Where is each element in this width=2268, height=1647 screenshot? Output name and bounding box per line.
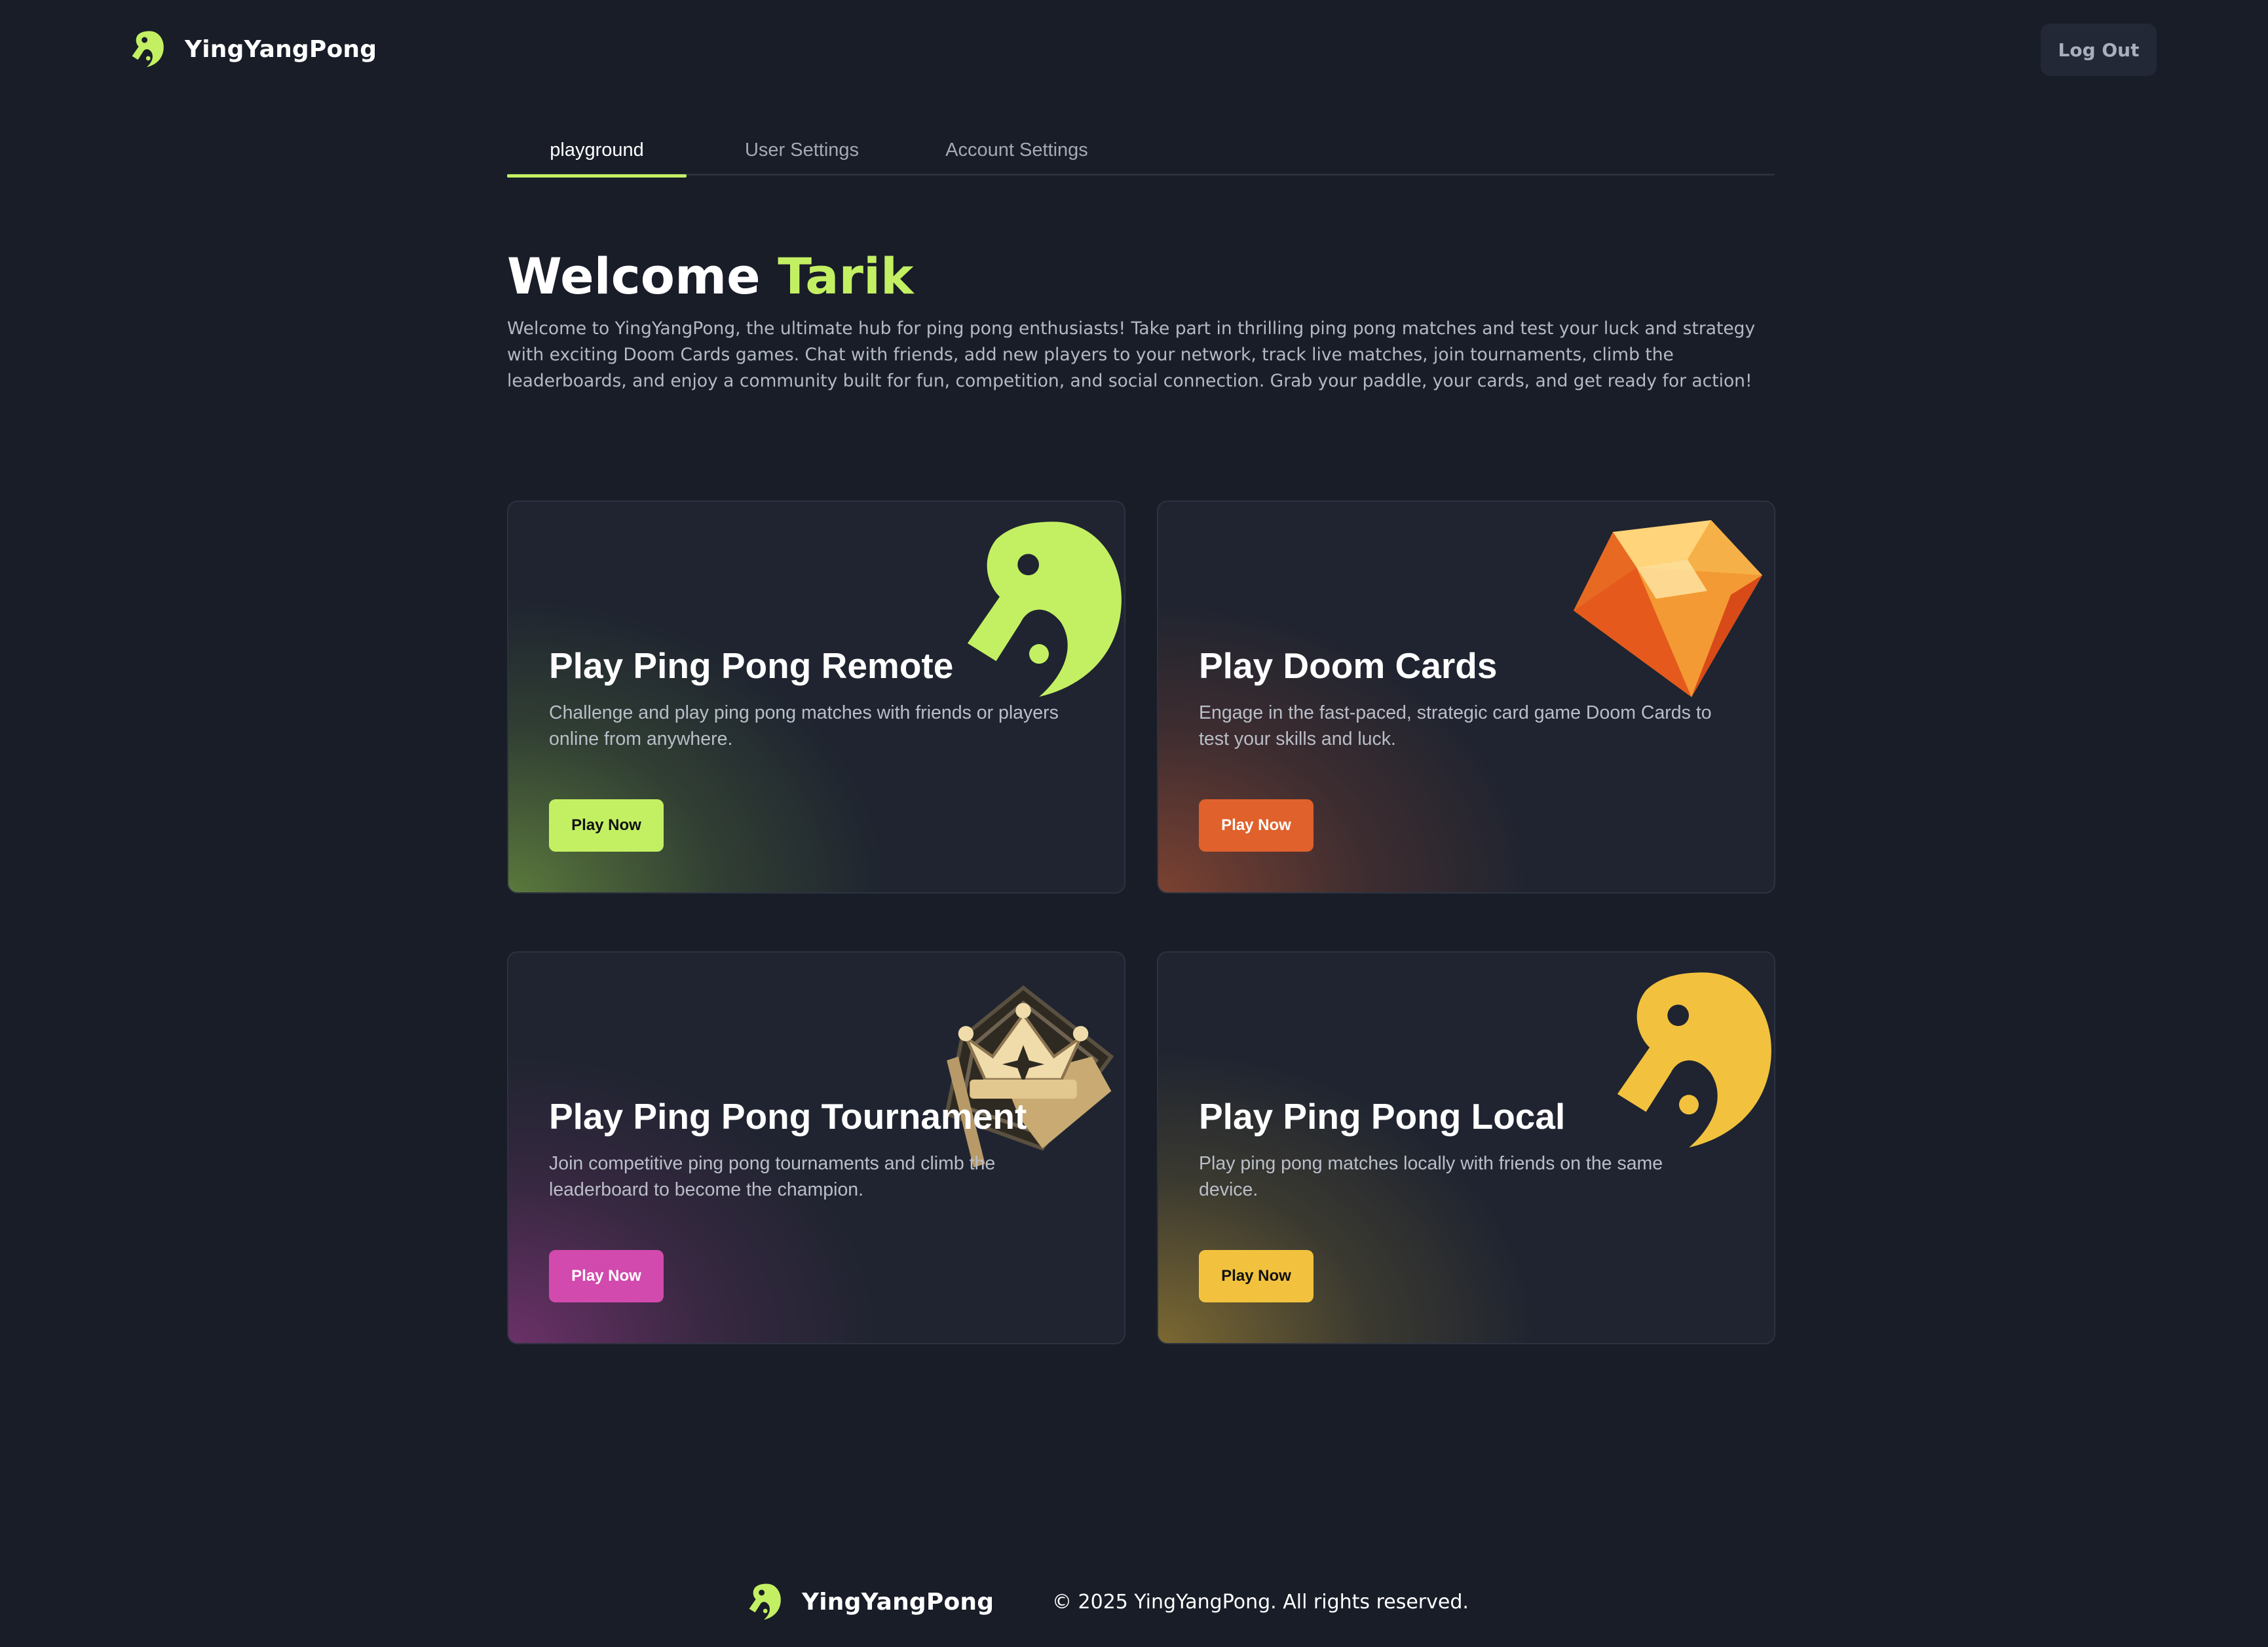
page-title: Welcome Tarik bbox=[507, 244, 914, 309]
play-now-button[interactable]: Play Now bbox=[1199, 1250, 1314, 1302]
welcome-greeting: Welcome bbox=[507, 247, 761, 305]
card-description: Challenge and play ping pong matches wit… bbox=[549, 702, 1059, 749]
crown-icon bbox=[944, 985, 1114, 1168]
footer-brand-name: YingYangPong bbox=[802, 1588, 994, 1616]
card-doom-cards: Play Doom Cards Engage in the fast-paced… bbox=[1157, 501, 1775, 894]
card-ping-pong-tournament: Play Ping Pong Tournament Join competiti… bbox=[507, 951, 1125, 1344]
logout-button[interactable]: Log Out bbox=[2041, 24, 2157, 76]
card-description: Engage in the fast-paced, strategic card… bbox=[1199, 702, 1712, 749]
yingyang-paddle-logo-icon bbox=[132, 31, 164, 67]
play-now-button[interactable]: Play Now bbox=[1199, 799, 1314, 852]
card-title: Play Ping Pong Remote bbox=[549, 645, 954, 686]
card-title: Play Ping Pong Local bbox=[1199, 1096, 1566, 1137]
footer-copyright: © 2025 YingYangPong. All rights reserved… bbox=[1052, 1590, 1469, 1614]
yingyang-paddle-logo-icon bbox=[749, 1583, 781, 1620]
card-description: Play ping pong matches locally with frie… bbox=[1199, 1153, 1663, 1200]
tab-user-settings[interactable]: User Settings bbox=[704, 124, 900, 176]
brand-logo[interactable]: YingYangPong bbox=[128, 28, 377, 71]
tab-account-settings[interactable]: Account Settings bbox=[918, 124, 1115, 176]
footer-brand-logo[interactable]: YingYangPong bbox=[746, 1580, 994, 1623]
card-title: Play Doom Cards bbox=[1199, 645, 1498, 686]
brand-name: YingYangPong bbox=[185, 35, 377, 63]
top-bar: YingYangPong Log Out bbox=[0, 0, 2268, 98]
welcome-intro: Welcome to YingYangPong, the ultimate hu… bbox=[507, 318, 1756, 391]
card-ping-pong-remote: Play Ping Pong Remote Challenge and play… bbox=[507, 501, 1125, 894]
play-now-button[interactable]: Play Now bbox=[549, 799, 664, 852]
card-title: Play Ping Pong Tournament bbox=[549, 1096, 1027, 1137]
tab-bar: playground User Settings Account Setting… bbox=[507, 124, 1775, 178]
card-ping-pong-local: Play Ping Pong Local Play ping pong matc… bbox=[1157, 951, 1775, 1344]
tab-playground[interactable]: playground bbox=[507, 124, 687, 178]
play-now-button[interactable]: Play Now bbox=[549, 1250, 664, 1302]
card-description: Join competitive ping pong tournaments a… bbox=[549, 1153, 996, 1200]
welcome-user-name: Tarik bbox=[778, 247, 914, 305]
